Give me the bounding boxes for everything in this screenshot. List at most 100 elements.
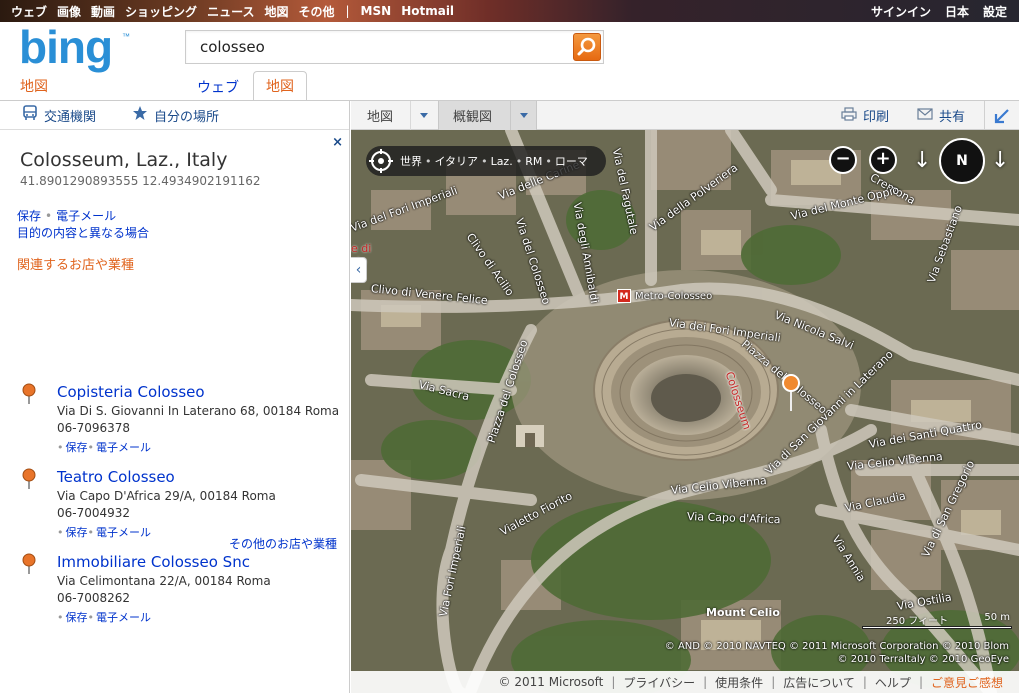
- top-nav-account: サインイン 日本 設定: [857, 0, 1007, 22]
- product-label: 地図: [20, 79, 48, 95]
- my-places-button[interactable]: 自分の場所: [132, 105, 219, 125]
- business-phone: 06-7004932: [57, 506, 131, 520]
- help-link[interactable]: ヘルプ: [875, 674, 911, 691]
- breadcrumb-world[interactable]: 世界: [400, 153, 422, 169]
- my-places-label: 自分の場所: [154, 109, 220, 125]
- location-pin-icon[interactable]: [781, 373, 801, 416]
- business-phone: 06-7008262: [57, 591, 131, 605]
- dot-separator: •: [57, 441, 64, 454]
- zoom-in-button[interactable]: +: [869, 146, 897, 174]
- breadcrumb-separator: •: [481, 154, 488, 168]
- region-link[interactable]: 日本: [945, 3, 969, 20]
- top-nav-separator: |: [345, 4, 350, 18]
- settings-link[interactable]: 設定: [983, 3, 1007, 20]
- star-icon: [132, 105, 148, 125]
- transit-label: 交通機関: [44, 109, 97, 125]
- map-scale: 250 フィート 50 m: [862, 610, 1012, 630]
- footer-separator: |: [703, 675, 708, 689]
- footer-separator: |: [918, 675, 923, 689]
- locate-icon[interactable]: [369, 149, 393, 176]
- map-pin-icon: [22, 383, 36, 408]
- business-name-link[interactable]: Teatro Colosseo: [57, 468, 175, 486]
- email-link[interactable]: 電子メール: [56, 209, 116, 223]
- terms-link[interactable]: 使用条件: [715, 674, 763, 691]
- email-link[interactable]: 電子メール: [96, 526, 151, 539]
- scale-meters: 50 m: [984, 612, 1010, 623]
- close-icon[interactable]: ×: [332, 135, 343, 150]
- top-nav-maps[interactable]: 地図: [264, 3, 288, 20]
- save-link[interactable]: 保存: [66, 526, 88, 539]
- chevron-down-icon: [519, 113, 528, 118]
- more-businesses-link[interactable]: その他のお店や業種: [229, 535, 337, 552]
- top-nav-videos[interactable]: 動画: [91, 3, 115, 20]
- breadcrumb-separator: •: [515, 154, 523, 168]
- copyright-line: © 2010 Terraltaly © 2010 GeoEye: [837, 654, 1009, 665]
- top-nav-links: ウェブ 画像 動画 ショッピング ニュース 地図 その他 | MSN Hotma…: [0, 0, 459, 22]
- printer-icon: [841, 106, 857, 125]
- map-canvas[interactable]: Via del Fagutale Via della Polveriera Vi…: [351, 130, 1019, 693]
- top-nav-more[interactable]: その他: [298, 3, 334, 20]
- metro-icon: M: [617, 289, 631, 303]
- metro-station-marker[interactable]: M Metro-Colosseo: [617, 289, 712, 303]
- breadcrumb-italy[interactable]: イタリア: [435, 153, 479, 169]
- left-toolbar: 交通機関 自分の場所: [0, 101, 349, 130]
- sign-in-link[interactable]: サインイン: [871, 3, 931, 20]
- business-actions: • 保存• 電子メール: [57, 524, 151, 540]
- search-input[interactable]: [186, 31, 570, 63]
- breadcrumb-lazio[interactable]: Laz.: [491, 155, 513, 168]
- top-nav-images[interactable]: 画像: [57, 3, 81, 20]
- search-button[interactable]: [573, 33, 601, 61]
- print-button[interactable]: 印刷: [841, 101, 889, 130]
- bus-icon: [22, 105, 38, 125]
- road-view-dropdown[interactable]: [411, 101, 437, 130]
- email-link[interactable]: 電子メール: [96, 611, 151, 624]
- rotate-left-icon[interactable]: ↓: [913, 148, 931, 173]
- top-nav-hotmail[interactable]: Hotmail: [401, 4, 454, 18]
- search-icon: [577, 37, 596, 56]
- footer-separator: |: [771, 675, 776, 689]
- breadcrumb-rome[interactable]: ローマ: [555, 153, 588, 169]
- advertising-link[interactable]: 広告について: [783, 674, 855, 691]
- breadcrumb-rm[interactable]: RM: [525, 155, 542, 168]
- business-name-link[interactable]: Immobiliare Colosseo Snc: [57, 553, 250, 571]
- privacy-link[interactable]: プライバシー: [623, 674, 695, 691]
- tab-maps[interactable]: 地図: [253, 71, 307, 101]
- business-name-link[interactable]: Copisteria Colosseo: [57, 383, 205, 401]
- top-nav-web[interactable]: ウェブ: [11, 3, 47, 20]
- email-link[interactable]: 電子メール: [96, 441, 151, 454]
- breadcrumb-separator: •: [545, 154, 552, 168]
- business-address: Via Capo D'Africa 29/A, 00184 Roma: [57, 489, 276, 503]
- metro-label: Metro-Colosseo: [635, 290, 713, 302]
- collapse-panel-button[interactable]: ‹: [351, 257, 367, 283]
- tab-web[interactable]: ウェブ: [185, 73, 251, 101]
- transit-button[interactable]: 交通機関: [22, 105, 96, 125]
- save-link[interactable]: 保存: [17, 209, 41, 223]
- share-button[interactable]: 共有: [917, 101, 965, 130]
- location-breadcrumb: 世界 • イタリア • Laz. • RM • ローマ: [366, 146, 606, 176]
- chevron-down-icon: [420, 113, 428, 118]
- expand-map-button[interactable]: [984, 101, 1019, 130]
- business-address: Via Celimontana 22/A, 00184 Roma: [57, 574, 271, 588]
- dot-separator: •: [45, 209, 53, 223]
- top-nav-shopping[interactable]: ショッピング: [125, 3, 197, 20]
- print-label: 印刷: [863, 110, 890, 125]
- birdseye-view-dropdown[interactable]: [510, 101, 537, 130]
- place-label: Mount Celio: [706, 606, 780, 619]
- birdseye-view-button[interactable]: 概観図: [438, 101, 510, 130]
- feedback-link[interactable]: ご意見ご感想: [931, 674, 1003, 691]
- save-link[interactable]: 保存: [66, 441, 88, 454]
- share-label: 共有: [939, 110, 966, 125]
- envelope-icon: [917, 107, 933, 124]
- left-panel: 交通機関 自分の場所 × Colosseum, Laz., Italy 41.8…: [0, 101, 350, 693]
- road-view-button[interactable]: 地図: [351, 101, 411, 130]
- report-problem-link[interactable]: 目的の内容と異なる場合: [17, 224, 149, 241]
- top-nav-news[interactable]: ニュース: [207, 3, 254, 20]
- compass-control[interactable]: N: [939, 138, 985, 184]
- rotate-right-icon[interactable]: ↓: [991, 148, 1009, 173]
- top-nav-msn[interactable]: MSN: [361, 4, 392, 18]
- scale-bar: [862, 626, 1012, 629]
- bing-logo[interactable]: bing ™: [19, 25, 134, 75]
- save-link[interactable]: 保存: [66, 611, 88, 624]
- top-nav-bar: ウェブ 画像 動画 ショッピング ニュース 地図 その他 | MSN Hotma…: [0, 0, 1019, 22]
- zoom-out-button[interactable]: −: [829, 146, 857, 174]
